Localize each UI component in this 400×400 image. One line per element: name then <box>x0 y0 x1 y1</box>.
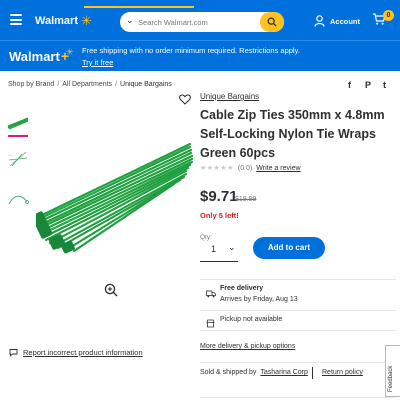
account-button[interactable]: Account <box>314 15 360 27</box>
account-label: Account <box>330 16 360 26</box>
thumbnail-3[interactable] <box>6 190 30 212</box>
bottom-partial-row <box>200 392 396 400</box>
truck-icon <box>206 285 216 303</box>
breadcrumb-unique-bargains[interactable]: Unique Bargains <box>120 81 172 88</box>
banner-text: Free shipping with no order minimum requ… <box>82 46 300 55</box>
free-delivery-label: Free delivery <box>220 285 264 292</box>
quantity-selector[interactable]: 1 ⌄ <box>200 240 238 262</box>
search-input[interactable] <box>138 15 258 29</box>
breadcrumb-shop-by-brand[interactable]: Shop by Brand <box>8 81 54 88</box>
breadcrumb-all-departments[interactable]: All Departments <box>62 81 112 88</box>
brand-link[interactable]: Unique Bargains <box>200 92 259 101</box>
favorite-heart-icon[interactable] <box>179 92 191 110</box>
add-to-cart-button[interactable]: Add to cart <box>253 237 325 259</box>
try-it-free-link[interactable]: Try it free <box>82 58 113 67</box>
user-icon <box>314 15 325 27</box>
menu-icon[interactable] <box>10 14 22 25</box>
report-link-text: Report incorrect product information <box>23 348 143 357</box>
thumbnail-1[interactable] <box>6 112 30 134</box>
header-accent-line <box>84 6 194 8</box>
pickup-status: Pickup not available <box>220 316 283 323</box>
quantity-value: 1 <box>211 244 217 254</box>
sold-by: Sold & shipped by Tasharina Corp <box>200 369 308 376</box>
feedback-tab[interactable]: Feedback <box>385 345 400 397</box>
breadcrumb-separator: / <box>57 81 60 88</box>
top-header: Walmart ✳ ⌄ Account 0 <box>0 0 400 40</box>
cart-button[interactable]: 0 <box>372 10 394 31</box>
thumbnail-2[interactable]: --- <box>6 148 30 170</box>
department-chevron-icon[interactable]: ⌄ <box>126 15 134 26</box>
more-delivery-options-link[interactable]: More delivery & pickup options <box>200 343 295 350</box>
zoom-icon[interactable] <box>104 283 118 302</box>
pinterest-share-icon[interactable]: P <box>365 80 371 90</box>
twitter-share-icon[interactable]: t <box>383 80 386 90</box>
arrival-date: Arrives by Friday, Aug 13 <box>220 296 298 303</box>
divider <box>200 362 396 363</box>
search-button[interactable] <box>260 12 284 32</box>
breadcrumb: Shop by Brand / All Departments / Unique Bar… <box>8 81 172 88</box>
chevron-down-icon: ⌄ <box>228 242 236 252</box>
walmart-logo[interactable]: Walmart ✳ <box>35 14 92 27</box>
breadcrumb-separator: / <box>115 81 118 88</box>
cart-count-badge: 0 <box>383 10 394 21</box>
write-review-link[interactable]: Write a review <box>256 165 300 172</box>
walmart-plus-logo-text: Walmart <box>9 48 60 64</box>
walmart-plus-logo: Walmart + ✳ <box>9 46 74 65</box>
spark-icon: ✳ <box>81 13 92 28</box>
search-bar: ⌄ <box>120 12 284 32</box>
feedback-label: Feedback <box>388 365 394 392</box>
product-title: Cable Zip Ties 350mm x 4.8mm Self-Lockin… <box>200 108 385 160</box>
current-price: $9.71 <box>200 188 238 205</box>
stock-warning: Only 5 left! <box>200 211 239 220</box>
divider <box>200 310 396 311</box>
product-image[interactable] <box>31 132 196 262</box>
fulfillment-options: Free delivery Arrives by Friday, Aug 13 … <box>200 279 396 331</box>
thumbnail-selected-indicator <box>8 135 28 137</box>
was-price: $19.99 <box>235 196 257 203</box>
facebook-share-icon[interactable]: f <box>348 80 351 90</box>
return-policy-link[interactable]: Return policy <box>322 369 363 376</box>
speech-bubble-icon <box>9 349 18 357</box>
store-icon <box>206 315 215 333</box>
rating-count: (0.0) <box>237 164 253 172</box>
sold-by-label: Sold & shipped by <box>200 369 257 376</box>
rating-row: ★★★★★ (0.0) Write a review <box>200 164 301 173</box>
spark-icon: ✳ <box>66 46 74 57</box>
search-icon <box>267 17 277 27</box>
svg-text:---: --- <box>8 152 13 157</box>
logo-text: Walmart <box>35 14 78 27</box>
rating-stars-icon: ★★★★★ <box>200 165 234 172</box>
report-incorrect-info[interactable]: Report incorrect product information <box>9 348 143 357</box>
walmart-plus-banner: Walmart + ✳ Free shipping with no order mi… <box>0 40 400 71</box>
divider <box>312 367 313 379</box>
seller-name-link[interactable]: Tasharina Corp <box>260 369 307 376</box>
